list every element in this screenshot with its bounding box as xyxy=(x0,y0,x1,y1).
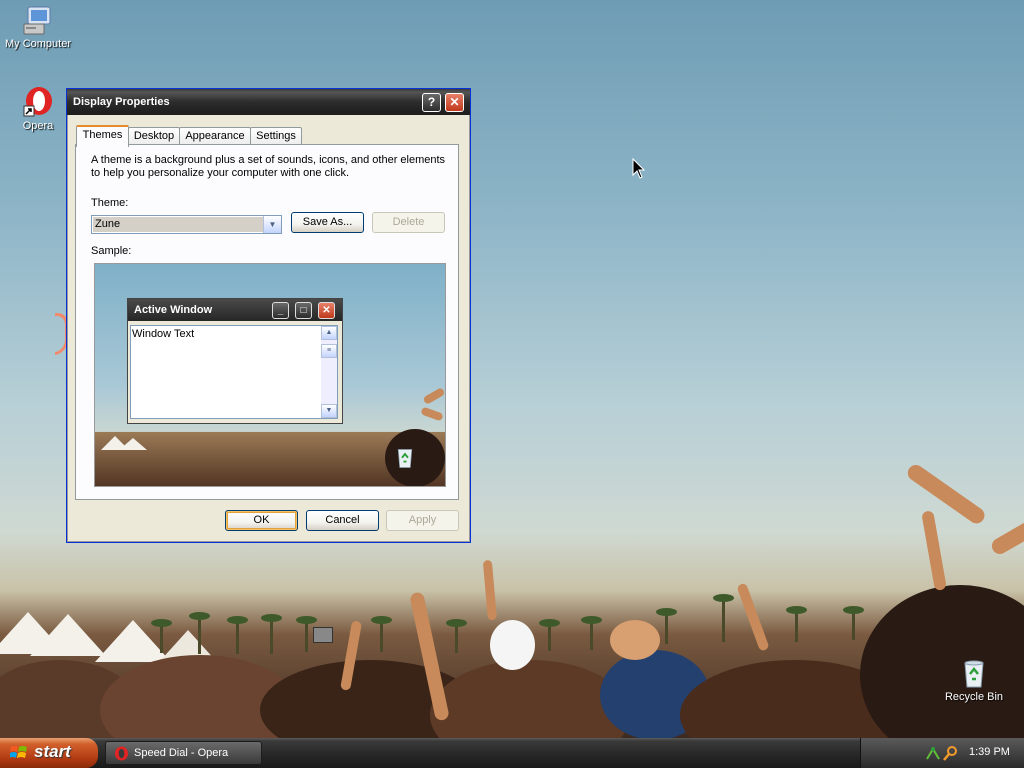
theme-sample-preview: Active Window _ □ ✕ Window Text ▲ ≡ ▼ xyxy=(94,263,446,487)
sample-title-bar: Active Window _ □ ✕ xyxy=(128,299,342,321)
dialog-title: Display Properties xyxy=(73,96,170,108)
maximize-icon: □ xyxy=(295,302,312,319)
system-tray: 1:39 PM xyxy=(860,738,1024,768)
raised-arm xyxy=(921,510,947,592)
opera-icon xyxy=(114,746,129,761)
person-shirt xyxy=(490,620,535,670)
raised-arm xyxy=(736,582,770,652)
sample-window-text: Window Text xyxy=(132,328,195,340)
palm-tree xyxy=(189,612,210,654)
person-head xyxy=(610,620,660,660)
palm-tree xyxy=(843,606,864,640)
cancel-button[interactable]: Cancel xyxy=(306,510,379,531)
camera xyxy=(313,627,333,643)
title-bar[interactable]: Display Properties ? ✕ xyxy=(67,89,470,115)
start-label: start xyxy=(34,742,71,761)
palm-tree xyxy=(539,619,560,651)
palm-tree xyxy=(446,619,467,653)
desktop-icon-label: My Computer xyxy=(4,38,72,50)
palm-tree xyxy=(581,616,602,650)
theme-description: A theme is a background plus a set of so… xyxy=(91,154,446,179)
sample-tent xyxy=(119,438,147,450)
computer-icon xyxy=(22,4,54,36)
sample-recycle-bin-icon xyxy=(397,449,413,468)
sample-hand xyxy=(420,406,444,422)
mouse-cursor-icon xyxy=(632,158,646,179)
sample-window-body: Window Text ▲ ≡ ▼ xyxy=(130,325,338,419)
scroll-down-icon: ▼ xyxy=(321,404,337,418)
taskbar: start Speed Dial - Opera ? ⧉ 1:39 PM xyxy=(0,738,1024,768)
palm-tree xyxy=(296,616,317,652)
sample-label: Sample: xyxy=(91,245,132,257)
desktop-icon-recycle-bin[interactable]: Recycle Bin xyxy=(936,657,1012,703)
ok-button[interactable]: OK xyxy=(225,510,298,531)
clock[interactable]: 1:39 PM xyxy=(969,746,1010,758)
scroll-thumb: ≡ xyxy=(321,344,337,358)
help-button[interactable]: ? xyxy=(422,93,441,112)
palm-tree xyxy=(261,614,282,654)
recycle-bin-icon xyxy=(958,657,990,689)
theme-dropdown[interactable]: Zune ▼ xyxy=(91,215,282,234)
raised-hand xyxy=(989,508,1024,557)
themes-panel: A theme is a background plus a set of so… xyxy=(75,144,459,500)
opera-icon xyxy=(22,86,54,118)
search-icon[interactable] xyxy=(943,745,959,761)
minimize-icon: _ xyxy=(272,302,289,319)
theme-dropdown-value: Zune xyxy=(93,217,264,232)
theme-label: Theme: xyxy=(91,197,129,209)
tab-desktop[interactable]: Desktop xyxy=(128,127,180,145)
tab-appearance[interactable]: Appearance xyxy=(179,127,251,145)
close-button[interactable]: ✕ xyxy=(445,93,464,112)
taskbar-button-label: Speed Dial - Opera xyxy=(134,747,229,759)
apply-button[interactable]: Apply xyxy=(386,510,459,531)
sample-hand xyxy=(422,387,445,405)
close-icon: ✕ xyxy=(318,302,335,319)
tab-themes[interactable]: Themes xyxy=(76,125,129,147)
taskbar-button-opera[interactable]: Speed Dial - Opera xyxy=(105,741,262,765)
palm-tree xyxy=(227,616,248,654)
palm-tree xyxy=(656,608,677,644)
raised-arm xyxy=(482,559,497,621)
sample-window-title: Active Window xyxy=(134,304,213,316)
desktop-icon-opera[interactable]: Opera xyxy=(0,86,76,132)
desktop-icon-label: Recycle Bin xyxy=(944,691,1004,703)
start-button[interactable]: start xyxy=(0,738,98,768)
save-as-button[interactable]: Save As... xyxy=(291,212,364,233)
sample-scrollbar: ▲ ≡ ▼ xyxy=(321,326,337,418)
display-properties-dialog: Display Properties ? ✕ Themes Desktop Ap… xyxy=(66,88,471,543)
palm-tree xyxy=(151,619,172,653)
sample-active-window: Active Window _ □ ✕ Window Text ▲ ≡ ▼ xyxy=(127,298,343,424)
raised-hand xyxy=(904,461,988,527)
desktop-icon-my-computer[interactable]: My Computer xyxy=(0,4,76,50)
windows-logo-icon xyxy=(9,745,28,761)
desktop-icon-label: Opera xyxy=(22,120,54,132)
palm-tree xyxy=(371,616,392,652)
tab-settings[interactable]: Settings xyxy=(250,127,302,145)
delete-button[interactable]: Delete xyxy=(372,212,445,233)
chevron-down-icon[interactable]: ▼ xyxy=(263,216,281,233)
palm-tree xyxy=(713,594,734,642)
palm-tree xyxy=(786,606,807,642)
network-icon[interactable] xyxy=(925,745,941,761)
scroll-up-icon: ▲ xyxy=(321,326,337,340)
